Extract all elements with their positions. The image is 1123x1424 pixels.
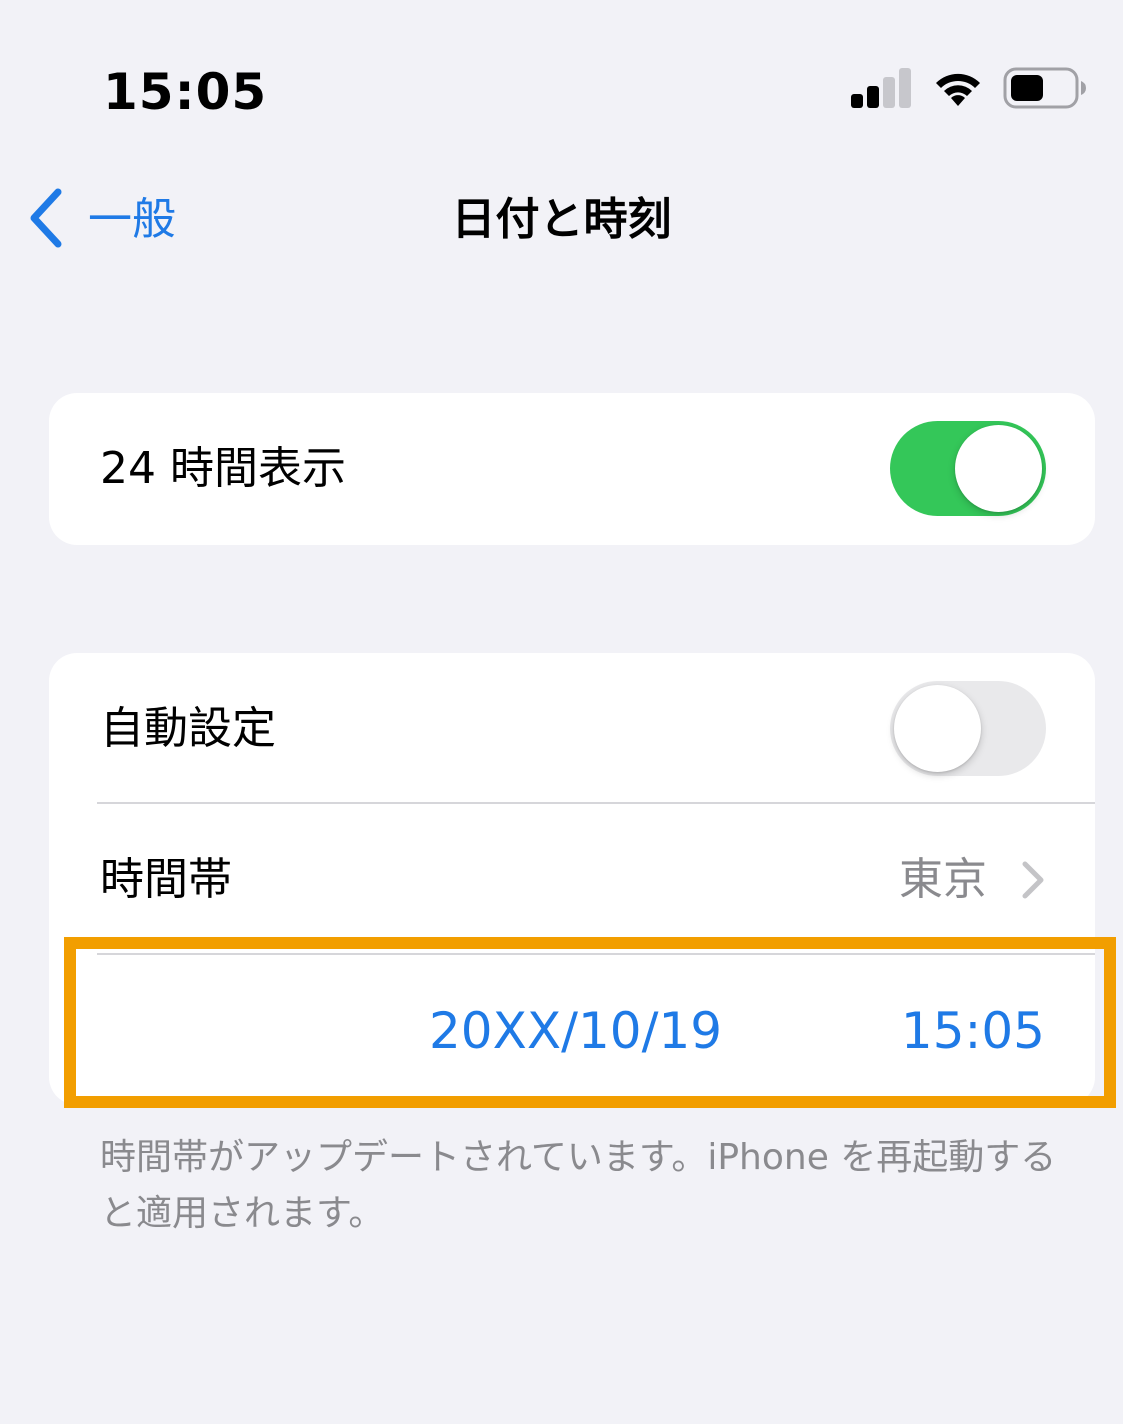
row-label-time-zone: 時間帯 xyxy=(100,853,232,905)
date-picker-button[interactable]: 20XX/10/19 xyxy=(429,999,722,1063)
settings-group-24h: 24 時間表示 xyxy=(49,393,1095,545)
settings-group-datetime: 自動設定 時間帯 東京 20XX/10/19 15:05 xyxy=(49,653,1095,1105)
toggle-knob xyxy=(955,425,1042,512)
chevron-right-icon xyxy=(1021,860,1045,900)
row-label-24-hour: 24 時間表示 xyxy=(100,442,346,494)
toggle-24-hour[interactable] xyxy=(890,421,1046,516)
row-24-hour: 24 時間表示 xyxy=(49,393,1095,544)
cellular-signal-icon xyxy=(851,68,913,112)
battery-icon xyxy=(1003,67,1087,113)
time-picker-button[interactable]: 15:05 xyxy=(901,999,1045,1063)
row-auto-set: 自動設定 xyxy=(49,653,1095,804)
status-icons xyxy=(851,67,1087,113)
wifi-icon xyxy=(931,68,985,112)
row-time-zone[interactable]: 時間帯 東京 xyxy=(49,804,1095,955)
status-time: 15:05 xyxy=(103,63,268,121)
time-zone-value: 東京 xyxy=(899,853,987,905)
toggle-auto-set[interactable] xyxy=(890,681,1046,776)
row-date-time: 20XX/10/19 15:05 xyxy=(49,955,1095,1103)
row-label-auto-set: 自動設定 xyxy=(100,702,276,754)
footer-note: 時間帯がアップデートされています。iPhone を再起動すると適用されます。 xyxy=(100,1137,1057,1234)
page-title: 日付と時刻 xyxy=(451,194,672,245)
toggle-knob xyxy=(894,685,981,772)
